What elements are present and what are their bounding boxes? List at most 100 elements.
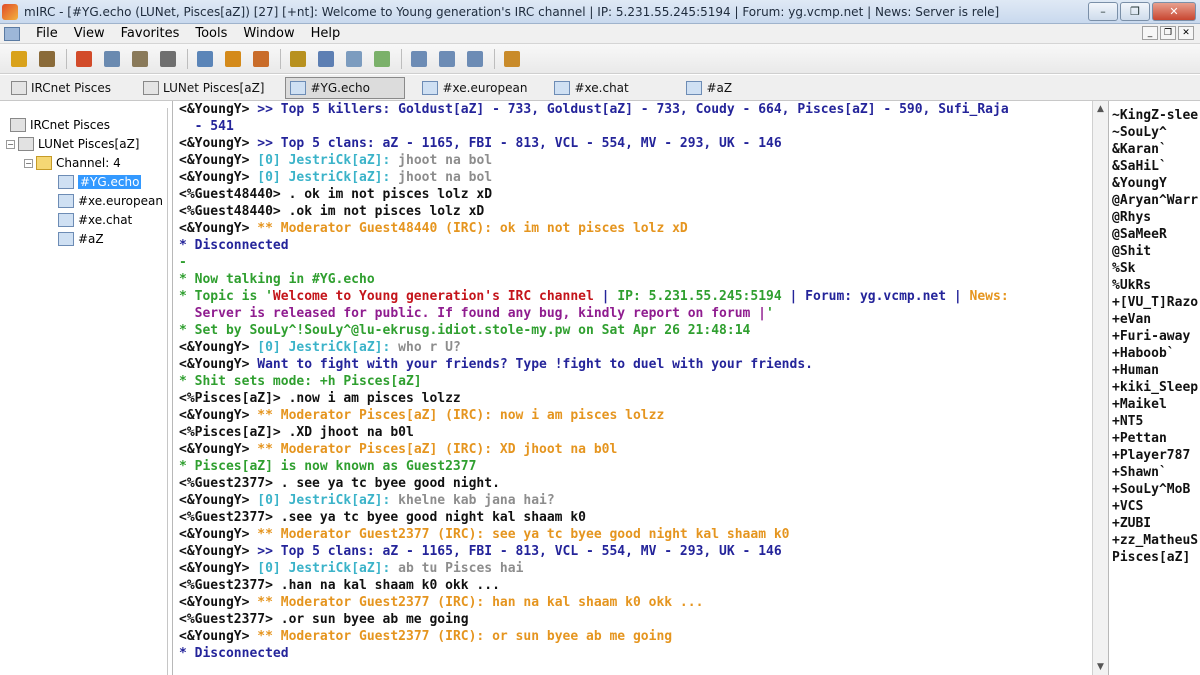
chat-line: <%Pisces[aZ]> .XD jhoot na b0l <box>179 424 1092 441</box>
chat-text: <%Guest48440> . ok im not pisces lolz xD <box>179 187 493 202</box>
nick-entry[interactable]: +VCS <box>1112 498 1200 515</box>
nick-list: ~KingZ-slee ~SouLy^ &Karan` &SaHiL` &YoungY @… <box>1108 101 1200 675</box>
switchbar-tab[interactable]: LUNet Pisces[aZ] <box>138 77 273 99</box>
tree-channel-xe-european[interactable]: #xe.european <box>58 192 163 210</box>
chat-line: <&YoungY> [0] JestriCk[aZ]: jhoot na bol <box>179 169 1092 186</box>
help-button[interactable] <box>501 48 523 70</box>
options-button[interactable] <box>36 48 58 70</box>
connect-button[interactable] <box>8 48 30 70</box>
child-window-icon[interactable] <box>4 26 20 41</box>
menu-view[interactable]: View <box>66 26 113 41</box>
chat-text: [0] JestriCk[aZ]: <box>257 561 399 576</box>
tile-horizontal-button[interactable] <box>408 48 430 70</box>
nick-entry[interactable]: @Rhys <box>1112 209 1200 226</box>
tree-folder-channels[interactable]: − Channel: 4 <box>24 154 121 172</box>
chat-line: <&YoungY> [0] JestriCk[aZ]: ab tu Pisces… <box>179 560 1092 577</box>
mdi-minimize-button[interactable]: _ <box>1142 26 1158 40</box>
nick-entry[interactable]: %UkRs <box>1112 277 1200 294</box>
menu-file[interactable]: File <box>28 26 66 41</box>
menu-window[interactable]: Window <box>235 26 302 41</box>
nick-entry[interactable]: @Shit <box>1112 243 1200 260</box>
chat-text: <&YoungY> <box>179 493 258 508</box>
nick-entry[interactable]: +Pettan <box>1112 430 1200 447</box>
chat-text: * Set by SouLy^!SouLy^@lu-ekrusg.idiot.s… <box>179 323 751 338</box>
nick-entry[interactable]: +NT5 <box>1112 413 1200 430</box>
tree-server-lunet[interactable]: − LUNet Pisces[aZ] <box>6 135 139 153</box>
maximize-button[interactable]: ❐ <box>1120 2 1150 21</box>
chat-text: <&YoungY> <box>179 408 258 423</box>
scripts-editor-button[interactable] <box>129 48 151 70</box>
switchbar-tab[interactable]: IRCnet Pisces <box>6 77 126 99</box>
channel-icon <box>554 80 571 95</box>
nick-entry[interactable]: &Karan` <box>1112 141 1200 158</box>
menu-help[interactable]: Help <box>303 26 349 41</box>
tree-server-ircnet[interactable]: IRCnet Pisces <box>10 116 110 134</box>
channel-folder-button[interactable] <box>250 48 272 70</box>
chat-line: <&YoungY> [0] JestriCk[aZ]: jhoot na bol <box>179 152 1092 169</box>
url-list-button[interactable] <box>371 48 393 70</box>
nick-entry[interactable]: +Furi-away <box>1112 328 1200 345</box>
chat-text: - <box>179 255 187 270</box>
switchbar-tab[interactable]: #xe.chat <box>549 77 669 99</box>
nick-entry[interactable]: @Aryan^Warr <box>1112 192 1200 209</box>
nick-entry[interactable]: +Player787 <box>1112 447 1200 464</box>
nick-entry[interactable]: &YoungY <box>1112 175 1200 192</box>
channel-list-button[interactable] <box>222 48 244 70</box>
collapse-icon[interactable]: − <box>24 158 33 168</box>
chat-text: <&YoungY> <box>179 221 258 236</box>
nick-entry[interactable]: +zz_MatheuS <box>1112 532 1200 549</box>
nick-entry[interactable]: +eVan <box>1112 311 1200 328</box>
nick-entry[interactable]: +SouLy^MoB <box>1112 481 1200 498</box>
chat-text: ** Moderator Pisces[aZ] (IRC): now i am … <box>257 408 665 423</box>
server-icon <box>11 80 27 95</box>
nick-entry[interactable]: ~SouLy^ <box>1112 124 1200 141</box>
nick-entry[interactable]: +ZUBI <box>1112 515 1200 532</box>
channel-icon <box>290 80 307 95</box>
timer-button[interactable] <box>194 48 216 70</box>
tile-vertical-button[interactable] <box>436 48 458 70</box>
scroll-up-icon[interactable]: ▲ <box>1093 101 1108 117</box>
notify-list-button[interactable] <box>343 48 365 70</box>
tree-channel-xe-chat[interactable]: #xe.chat <box>58 211 132 229</box>
chat-text: * Topic is ' <box>179 289 273 304</box>
chat-line: Server is released for public. If found … <box>179 305 1092 322</box>
scroll-down-icon[interactable]: ▼ <box>1093 659 1108 675</box>
chat-log[interactable]: <&YoungY> >> Top 5 killers: Goldust[aZ] … <box>172 101 1092 675</box>
colors-button[interactable] <box>157 48 179 70</box>
address-book-button[interactable] <box>101 48 123 70</box>
nick-entry[interactable]: +Haboob` <box>1112 345 1200 362</box>
nick-entry[interactable]: @SaMeeR <box>1112 226 1200 243</box>
switchbar-tab[interactable]: #xe.european <box>417 77 537 99</box>
menu-favorites[interactable]: Favorites <box>113 26 188 41</box>
tree-channel-az[interactable]: #aZ <box>58 230 104 248</box>
mdi-restore-button[interactable]: ❐ <box>1160 26 1176 40</box>
menu-tools[interactable]: Tools <box>187 26 235 41</box>
tree-channel-yg-echo[interactable]: #YG.echo <box>58 173 142 191</box>
cascade-icon <box>467 50 483 67</box>
nick-entry[interactable]: %Sk <box>1112 260 1200 277</box>
nick-entry[interactable]: +kiki_Sleep <box>1112 379 1200 396</box>
nick-entry[interactable]: +Shawn` <box>1112 464 1200 481</box>
nick-entry[interactable]: Pisces[aZ] <box>1112 549 1200 566</box>
chat-scrollbar[interactable]: ▲ ▼ <box>1092 101 1108 675</box>
nick-entry[interactable]: &SaHiL` <box>1112 158 1200 175</box>
nick-entry[interactable]: +Maikel <box>1112 396 1200 413</box>
mirc-app-icon[interactable] <box>2 3 18 20</box>
minimize-button[interactable]: – <box>1088 2 1118 21</box>
switchbar-tab[interactable]: #YG.echo <box>285 76 406 99</box>
switchbar-tab[interactable]: #aZ <box>681 77 801 99</box>
nick-entry[interactable]: ~KingZ-slee <box>1112 107 1200 124</box>
close-button[interactable]: ✕ <box>1152 2 1196 21</box>
mdi-close-button[interactable]: ✕ <box>1178 26 1194 40</box>
dcc-send-button[interactable] <box>287 48 309 70</box>
collapse-icon[interactable]: − <box>6 139 15 149</box>
cascade-button[interactable] <box>464 48 486 70</box>
nick-entry[interactable]: +[VU_T]Razo <box>1112 294 1200 311</box>
nick-entry[interactable]: +Human <box>1112 362 1200 379</box>
dcc-chat-button[interactable] <box>315 48 337 70</box>
chat-text: >> Top 5 killers: Goldust[aZ] - 733, Gol… <box>257 102 1009 117</box>
favorites-button[interactable] <box>73 48 95 70</box>
toolbar-separator <box>280 48 281 69</box>
dcc-chat-icon <box>318 50 334 67</box>
chat-text: who r U? <box>398 340 461 355</box>
